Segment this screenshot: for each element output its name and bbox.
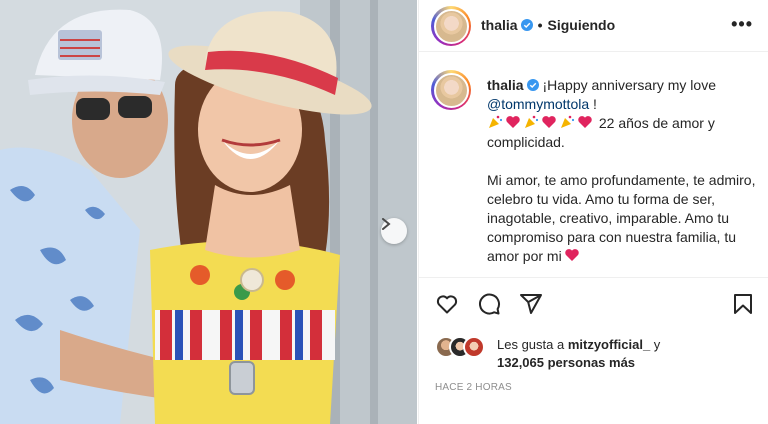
comment-button[interactable]: [477, 292, 501, 316]
bookmark-icon: [734, 294, 752, 314]
caption-line-1: ¡Happy anniversary my love: [542, 77, 716, 93]
header-separator: •: [537, 17, 543, 33]
likes-text: Les gusta a mitzyofficial_ y 132,065 per…: [497, 336, 747, 372]
caption-username[interactable]: thalia: [487, 77, 524, 93]
likes-prefix: Les gusta a: [497, 337, 568, 352]
caption-author-avatar[interactable]: [431, 70, 471, 110]
share-icon: [520, 294, 542, 314]
likes-summary: Les gusta a mitzyofficial_ y 132,065 per…: [435, 334, 755, 370]
party-popper-icon: [489, 115, 503, 128]
heart-icon: [436, 295, 458, 314]
author-line: thalia • Siguiendo: [481, 17, 615, 33]
red-heart-icon: [542, 116, 556, 128]
next-photo-button[interactable]: [381, 218, 407, 244]
red-heart-icon: [578, 116, 592, 128]
caption-anniversary: 22 años de amor y complicidad.: [487, 115, 715, 150]
post-side-panel: thalia • Siguiendo ••• thalia ¡Happy anniv…: [418, 0, 768, 424]
likes-count[interactable]: 132,065 personas más: [497, 355, 635, 370]
mention-link[interactable]: @tommymottola: [487, 96, 589, 112]
save-button[interactable]: [731, 292, 755, 316]
verified-badge-icon: [520, 19, 533, 31]
post-caption: thalia ¡Happy anniversary my love @tommy…: [487, 76, 757, 266]
likes-connector: y: [650, 337, 661, 352]
caption-body: Mi amor, te amo profundamente, te admiro…: [487, 172, 756, 264]
comment-icon: [479, 293, 500, 315]
author-avatar[interactable]: [431, 6, 471, 46]
more-options-button[interactable]: •••: [731, 15, 753, 33]
share-button[interactable]: [519, 292, 543, 316]
author-username[interactable]: thalia: [481, 17, 518, 33]
more-icon: •••: [731, 14, 753, 34]
red-heart-icon: [564, 249, 579, 261]
party-popper-icon: [525, 115, 539, 128]
post-timestamp[interactable]: HACE 2 HORAS: [435, 382, 512, 393]
party-popper-icon: [561, 115, 575, 128]
following-button[interactable]: Siguiendo: [547, 17, 615, 33]
like-button[interactable]: [435, 292, 459, 316]
liker-username[interactable]: mitzyofficial_: [568, 337, 650, 352]
red-heart-icon: [506, 116, 520, 128]
verified-badge-icon: [526, 79, 539, 91]
actions-divider: [419, 277, 768, 278]
post-photo[interactable]: [0, 0, 417, 424]
liker-avatars[interactable]: [435, 336, 491, 358]
liker-avatar: [463, 336, 485, 358]
mention-suffix: !: [589, 96, 597, 112]
chevron-right-icon: [382, 218, 391, 230]
post-header: thalia • Siguiendo •••: [419, 0, 768, 52]
photo-illustration: [0, 0, 417, 424]
